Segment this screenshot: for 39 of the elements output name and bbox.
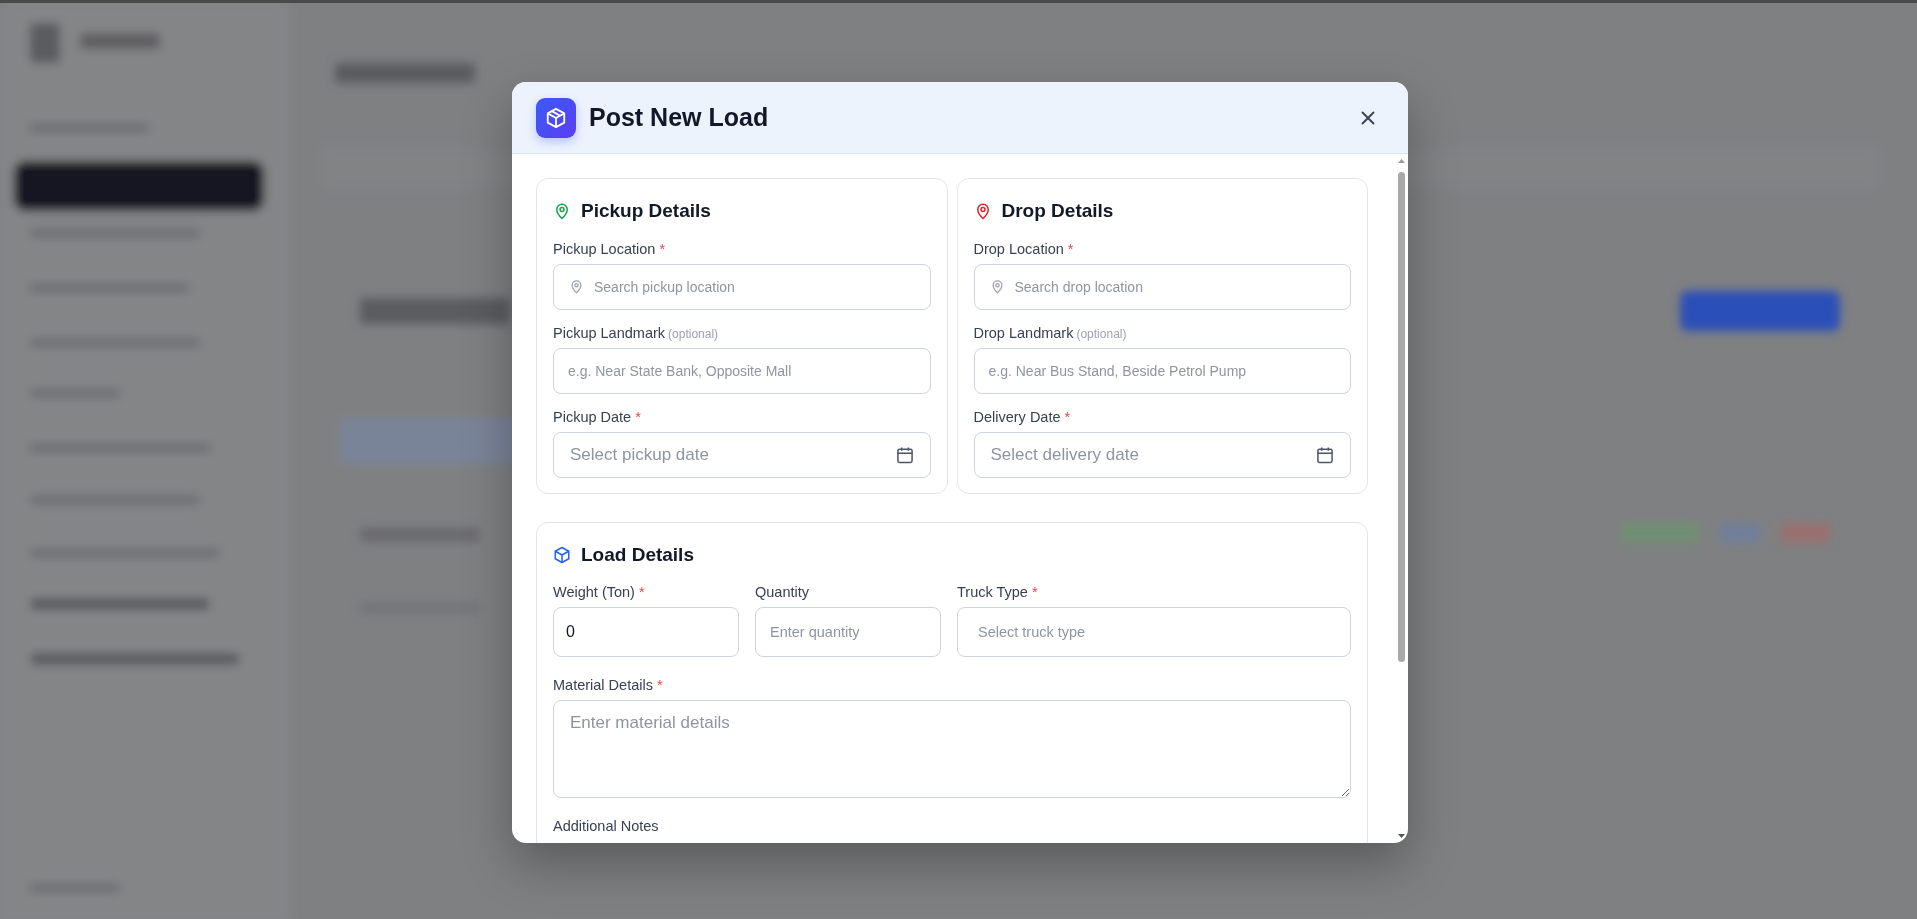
required-asterisk: *: [1031, 584, 1038, 600]
input-field[interactable]: 0: [553, 607, 739, 657]
input-field[interactable]: e.g. Near State Bank, Opposite Mall: [553, 348, 931, 394]
required-asterisk: *: [638, 584, 645, 600]
required-asterisk: *: [635, 409, 641, 425]
date-field[interactable]: Select delivery date: [973, 432, 1351, 478]
input-field[interactable]: e.g. Near Bus Stand, Beside Petrol Pump: [973, 348, 1351, 394]
required-asterisk: *: [1067, 241, 1074, 257]
map-pin-icon: [569, 279, 584, 294]
section-title: Load Details: [581, 544, 694, 566]
calendar-icon: [1315, 445, 1335, 465]
field-label: Quantity: [755, 584, 809, 600]
section-title: Pickup Details: [581, 200, 711, 222]
required-asterisk: *: [656, 677, 663, 693]
field-label: Delivery Date: [973, 409, 1061, 425]
text-area[interactable]: Enter material details: [553, 700, 1351, 798]
input-field[interactable]: Enter quantity: [755, 607, 941, 657]
field-label: Additional Notes: [553, 818, 659, 834]
dropdown-field[interactable]: Select truck type: [957, 607, 1351, 657]
field-label: Weight (Ton): [553, 584, 635, 600]
field-label: Truck Type: [957, 584, 1028, 600]
optional-hint: (optional): [1076, 327, 1127, 341]
field-label: Pickup Landmark: [553, 325, 666, 341]
location-search-field[interactable]: Search pickup location: [553, 264, 931, 310]
package-icon: [536, 97, 576, 138]
date-field[interactable]: Select pickup date: [553, 432, 931, 478]
field-label: Drop Landmark: [973, 325, 1074, 341]
required-asterisk: *: [659, 241, 666, 257]
package-icon: [553, 546, 571, 564]
field-label: Material Details: [553, 677, 653, 693]
section-title: Drop Details: [1001, 200, 1114, 222]
dialog-title: Post New Load: [589, 103, 770, 132]
calendar-icon: [894, 445, 915, 465]
required-asterisk: *: [1064, 409, 1071, 425]
field-label: Pickup Date: [553, 409, 632, 425]
field-label: Pickup Location: [553, 241, 656, 257]
field-label: Drop Location: [973, 241, 1064, 257]
optional-hint: (optional): [668, 327, 719, 341]
location-search-field[interactable]: Search drop location: [973, 264, 1351, 310]
